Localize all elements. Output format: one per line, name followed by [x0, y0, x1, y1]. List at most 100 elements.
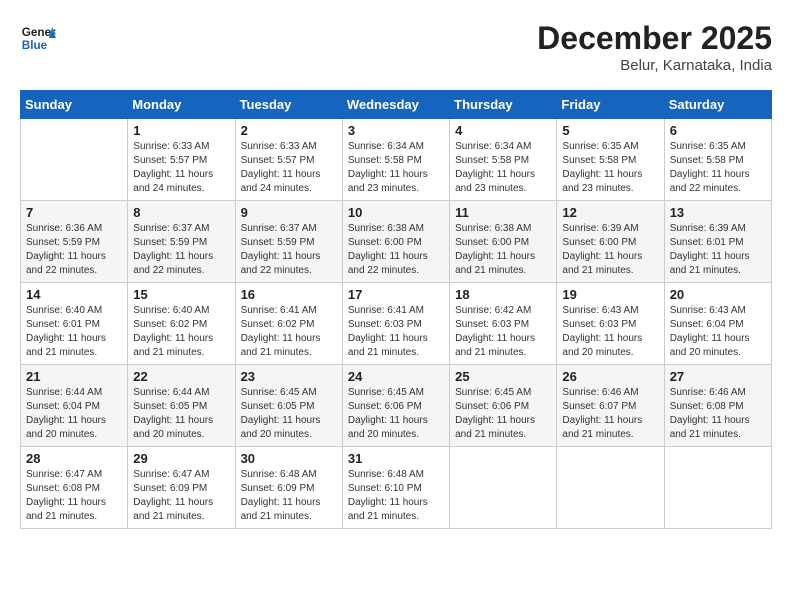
calendar-cell: 17Sunrise: 6:41 AM Sunset: 6:03 PM Dayli… — [342, 283, 449, 365]
day-number: 29 — [133, 451, 229, 466]
day-number: 17 — [348, 287, 444, 302]
calendar-cell: 4 Sunrise: 6:34 AM Sunset: 5:58 PM Daylig… — [450, 119, 557, 201]
calendar-cell — [450, 447, 557, 529]
day-number: 31 — [348, 451, 444, 466]
calendar-cell: 31 Sunrise: 6:48 AM Sunset: 6:10 PM Dayli… — [342, 447, 449, 529]
month-title: December 2025 — [537, 20, 772, 57]
calendar-cell — [21, 119, 128, 201]
calendar-cell: 9Sunrise: 6:37 AM Sunset: 5:59 PM Daylig… — [235, 201, 342, 283]
calendar-cell: 23Sunrise: 6:45 AM Sunset: 6:05 PM Dayli… — [235, 365, 342, 447]
day-info: Sunrise: 6:46 AM Sunset: 6:08 PM Dayligh… — [670, 386, 766, 442]
calendar-cell: 24 Sunrise: 6:45 AM Sunset: 6:06 PM Dayli… — [342, 365, 449, 447]
day-number: 8 — [133, 205, 229, 220]
day-info: Sunrise: 6:44 AM Sunset: 6:04 PM Dayligh… — [26, 386, 122, 442]
calendar-cell: 26Sunrise: 6:46 AM Sunset: 6:07 PM Dayli… — [557, 365, 664, 447]
day-number: 30 — [241, 451, 337, 466]
day-info: Sunrise: 6:39 AM Sunset: 6:00 PM Dayligh… — [562, 222, 658, 278]
day-info: Sunrise: 6:45 AM Sunset: 6:06 PM Dayligh… — [348, 386, 444, 442]
calendar-cell: 3 Sunrise: 6:34 AM Sunset: 5:58 PM Daylig… — [342, 119, 449, 201]
logo-icon: General Blue — [20, 20, 56, 56]
day-number: 25 — [455, 369, 551, 384]
calendar-cell: 6Sunrise: 6:35 AM Sunset: 5:58 PM Daylig… — [664, 119, 771, 201]
calendar-cell: 11 Sunrise: 6:38 AM Sunset: 6:00 PM Dayli… — [450, 201, 557, 283]
calendar-week-row: 21Sunrise: 6:44 AM Sunset: 6:04 PM Dayli… — [21, 365, 772, 447]
day-number: 12 — [562, 205, 658, 220]
day-number: 26 — [562, 369, 658, 384]
day-info: Sunrise: 6:41 AM Sunset: 6:02 PM Dayligh… — [241, 304, 337, 360]
day-number: 5 — [562, 123, 658, 138]
weekday-header-cell: Friday — [557, 91, 664, 119]
day-number: 14 — [26, 287, 122, 302]
day-number: 13 — [670, 205, 766, 220]
day-info: Sunrise: 6:45 AM Sunset: 6:06 PM Dayligh… — [455, 386, 551, 442]
day-number: 27 — [670, 369, 766, 384]
day-number: 10 — [348, 205, 444, 220]
weekday-header-cell: Saturday — [664, 91, 771, 119]
calendar-cell: 16Sunrise: 6:41 AM Sunset: 6:02 PM Dayli… — [235, 283, 342, 365]
day-number: 4 — [455, 123, 551, 138]
day-info: Sunrise: 6:45 AM Sunset: 6:05 PM Dayligh… — [241, 386, 337, 442]
day-info: Sunrise: 6:36 AM Sunset: 5:59 PM Dayligh… — [26, 222, 122, 278]
day-number: 1 — [133, 123, 229, 138]
day-info: Sunrise: 6:33 AM Sunset: 5:57 PM Dayligh… — [133, 140, 229, 196]
calendar-body: 1 Sunrise: 6:33 AM Sunset: 5:57 PM Daylig… — [21, 119, 772, 529]
day-info: Sunrise: 6:37 AM Sunset: 5:59 PM Dayligh… — [241, 222, 337, 278]
calendar-cell: 19 Sunrise: 6:43 AM Sunset: 6:03 PM Dayli… — [557, 283, 664, 365]
day-info: Sunrise: 6:39 AM Sunset: 6:01 PM Dayligh… — [670, 222, 766, 278]
day-info: Sunrise: 6:38 AM Sunset: 6:00 PM Dayligh… — [455, 222, 551, 278]
weekday-header-cell: Monday — [128, 91, 235, 119]
day-info: Sunrise: 6:48 AM Sunset: 6:10 PM Dayligh… — [348, 468, 444, 524]
day-info: Sunrise: 6:42 AM Sunset: 6:03 PM Dayligh… — [455, 304, 551, 360]
day-info: Sunrise: 6:43 AM Sunset: 6:03 PM Dayligh… — [562, 304, 658, 360]
calendar-cell: 5 Sunrise: 6:35 AM Sunset: 5:58 PM Daylig… — [557, 119, 664, 201]
day-number: 19 — [562, 287, 658, 302]
weekday-header-row: SundayMondayTuesdayWednesdayThursdayFrid… — [21, 91, 772, 119]
day-number: 18 — [455, 287, 551, 302]
day-info: Sunrise: 6:34 AM Sunset: 5:58 PM Dayligh… — [455, 140, 551, 196]
day-number: 22 — [133, 369, 229, 384]
day-number: 24 — [348, 369, 444, 384]
calendar-cell: 14Sunrise: 6:40 AM Sunset: 6:01 PM Dayli… — [21, 283, 128, 365]
day-info: Sunrise: 6:37 AM Sunset: 5:59 PM Dayligh… — [133, 222, 229, 278]
day-info: Sunrise: 6:44 AM Sunset: 6:05 PM Dayligh… — [133, 386, 229, 442]
weekday-header-cell: Sunday — [21, 91, 128, 119]
calendar-cell: 15Sunrise: 6:40 AM Sunset: 6:02 PM Dayli… — [128, 283, 235, 365]
weekday-header-cell: Thursday — [450, 91, 557, 119]
day-info: Sunrise: 6:43 AM Sunset: 6:04 PM Dayligh… — [670, 304, 766, 360]
calendar-cell: 1 Sunrise: 6:33 AM Sunset: 5:57 PM Daylig… — [128, 119, 235, 201]
day-number: 28 — [26, 451, 122, 466]
weekday-header-cell: Wednesday — [342, 91, 449, 119]
day-info: Sunrise: 6:40 AM Sunset: 6:02 PM Dayligh… — [133, 304, 229, 360]
calendar-cell — [557, 447, 664, 529]
day-info: Sunrise: 6:38 AM Sunset: 6:00 PM Dayligh… — [348, 222, 444, 278]
day-number: 11 — [455, 205, 551, 220]
calendar-cell: 20 Sunrise: 6:43 AM Sunset: 6:04 PM Dayli… — [664, 283, 771, 365]
calendar-cell: 13 Sunrise: 6:39 AM Sunset: 6:01 PM Dayli… — [664, 201, 771, 283]
day-info: Sunrise: 6:47 AM Sunset: 6:08 PM Dayligh… — [26, 468, 122, 524]
day-info: Sunrise: 6:48 AM Sunset: 6:09 PM Dayligh… — [241, 468, 337, 524]
calendar-week-row: 28 Sunrise: 6:47 AM Sunset: 6:08 PM Dayli… — [21, 447, 772, 529]
logo: General Blue — [20, 20, 56, 56]
calendar-cell: 18 Sunrise: 6:42 AM Sunset: 6:03 PM Dayli… — [450, 283, 557, 365]
calendar-cell: 12 Sunrise: 6:39 AM Sunset: 6:00 PM Dayli… — [557, 201, 664, 283]
svg-text:Blue: Blue — [22, 39, 48, 52]
location: Belur, Karnataka, India — [537, 57, 772, 74]
calendar-week-row: 7 Sunrise: 6:36 AM Sunset: 5:59 PM Daylig… — [21, 201, 772, 283]
day-info: Sunrise: 6:35 AM Sunset: 5:58 PM Dayligh… — [670, 140, 766, 196]
calendar-cell: 28 Sunrise: 6:47 AM Sunset: 6:08 PM Dayli… — [21, 447, 128, 529]
calendar-week-row: 1 Sunrise: 6:33 AM Sunset: 5:57 PM Daylig… — [21, 119, 772, 201]
day-number: 20 — [670, 287, 766, 302]
day-number: 3 — [348, 123, 444, 138]
day-info: Sunrise: 6:47 AM Sunset: 6:09 PM Dayligh… — [133, 468, 229, 524]
calendar-cell: 8 Sunrise: 6:37 AM Sunset: 5:59 PM Daylig… — [128, 201, 235, 283]
day-info: Sunrise: 6:33 AM Sunset: 5:57 PM Dayligh… — [241, 140, 337, 196]
calendar-week-row: 14Sunrise: 6:40 AM Sunset: 6:01 PM Dayli… — [21, 283, 772, 365]
day-info: Sunrise: 6:35 AM Sunset: 5:58 PM Dayligh… — [562, 140, 658, 196]
day-info: Sunrise: 6:34 AM Sunset: 5:58 PM Dayligh… — [348, 140, 444, 196]
day-number: 2 — [241, 123, 337, 138]
calendar-cell: 22 Sunrise: 6:44 AM Sunset: 6:05 PM Dayli… — [128, 365, 235, 447]
calendar-cell: 10 Sunrise: 6:38 AM Sunset: 6:00 PM Dayli… — [342, 201, 449, 283]
calendar-cell: 25 Sunrise: 6:45 AM Sunset: 6:06 PM Dayli… — [450, 365, 557, 447]
calendar-cell: 7 Sunrise: 6:36 AM Sunset: 5:59 PM Daylig… — [21, 201, 128, 283]
day-number: 7 — [26, 205, 122, 220]
